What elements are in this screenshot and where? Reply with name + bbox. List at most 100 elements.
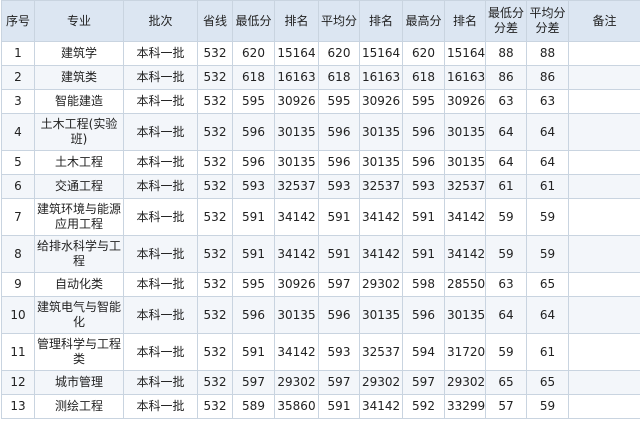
cell-batch: 本科一批 [123, 65, 198, 90]
table-row: 10 建筑电气与智能化 本科一批 532 596 30135 596 30135 596 3013… [1, 296, 640, 334]
cell-min-diff: 65 [485, 370, 527, 395]
cell-note [568, 150, 640, 175]
cell-max-rank: 30135 [444, 296, 486, 334]
cell-max: 598 [402, 272, 445, 297]
cell-max-rank: 16163 [444, 65, 486, 90]
cell-max-rank: 34142 [444, 235, 486, 273]
cell-avg-diff: 88 [526, 41, 569, 66]
cell-seq: 2 [1, 65, 35, 90]
cell-note [568, 174, 640, 199]
cell-min-diff: 64 [485, 113, 527, 151]
cell-batch: 本科一批 [123, 41, 198, 66]
cell-avg-rank: 15164 [359, 41, 403, 66]
table-header: 序号 专业 批次 省线 最低分 排名 平均分 排名 最高分 排名 最低分 分差 平均分 分差 备注 [1, 0, 640, 42]
cell-note [568, 272, 640, 297]
cell-seq: 1 [1, 41, 35, 66]
cell-major: 自动化类 [34, 272, 124, 297]
header-min-rank: 排名 [274, 0, 319, 42]
cell-min-rank: 34142 [274, 235, 319, 273]
cell-line: 532 [197, 113, 233, 151]
header-min: 最低分 [232, 0, 275, 42]
cell-max-rank: 30926 [444, 89, 486, 114]
cell-min-diff: 59 [485, 333, 527, 371]
cell-min: 595 [232, 89, 275, 114]
cell-major: 城市管理 [34, 370, 124, 395]
cell-line: 532 [197, 41, 233, 66]
header-major: 专业 [34, 0, 124, 42]
cell-min-rank: 16163 [274, 65, 319, 90]
cell-seq: 11 [1, 333, 35, 371]
table-row: 11 管理科学与工程类 本科一批 532 591 34142 593 32537 594 3172… [1, 333, 640, 371]
cell-max-rank: 28550 [444, 272, 486, 297]
cell-line: 532 [197, 394, 233, 419]
cell-note [568, 89, 640, 114]
cell-avg-rank: 34142 [359, 394, 403, 419]
cell-seq: 5 [1, 150, 35, 175]
cell-max-rank: 32537 [444, 174, 486, 199]
cell-major: 土木工程(实验班) [34, 113, 124, 151]
cell-max: 620 [402, 41, 445, 66]
cell-min: 618 [232, 65, 275, 90]
cell-note [568, 198, 640, 236]
cell-max-rank: 31720 [444, 333, 486, 371]
cell-avg: 596 [318, 113, 360, 151]
cell-seq: 3 [1, 89, 35, 114]
cell-min-diff: 88 [485, 41, 527, 66]
cell-min-rank: 30926 [274, 89, 319, 114]
table-body: 1 建筑学 本科一批 532 620 15164 620 15164 620 15164 88 88 2… [1, 41, 640, 419]
cell-avg-rank: 16163 [359, 65, 403, 90]
cell-avg-diff: 59 [526, 198, 569, 236]
cell-seq: 6 [1, 174, 35, 199]
cell-avg-diff: 64 [526, 113, 569, 151]
cell-avg: 593 [318, 333, 360, 371]
cell-batch: 本科一批 [123, 370, 198, 395]
table-row: 9 自动化类 本科一批 532 595 30926 597 29302 598 28550 63 65 [1, 272, 640, 297]
cell-batch: 本科一批 [123, 174, 198, 199]
cell-line: 532 [197, 89, 233, 114]
cell-min: 596 [232, 113, 275, 151]
cell-line: 532 [197, 296, 233, 334]
cell-min-diff: 63 [485, 272, 527, 297]
cell-max: 592 [402, 394, 445, 419]
cell-min-rank: 35860 [274, 394, 319, 419]
cell-avg-rank: 29302 [359, 370, 403, 395]
cell-note [568, 296, 640, 334]
cell-note [568, 113, 640, 151]
cell-line: 532 [197, 370, 233, 395]
cell-avg: 597 [318, 370, 360, 395]
cell-max: 596 [402, 150, 445, 175]
cell-seq: 7 [1, 198, 35, 236]
cell-avg-diff: 65 [526, 370, 569, 395]
table-row: 7 建筑环境与能源应用工程 本科一批 532 591 34142 591 34142 591 34… [1, 198, 640, 236]
cell-min-rank: 15164 [274, 41, 319, 66]
cell-batch: 本科一批 [123, 235, 198, 273]
cell-avg-rank: 32537 [359, 174, 403, 199]
cell-max: 594 [402, 333, 445, 371]
cell-major: 管理科学与工程类 [34, 333, 124, 371]
cell-batch: 本科一批 [123, 198, 198, 236]
cell-avg: 591 [318, 394, 360, 419]
cell-avg-rank: 30135 [359, 150, 403, 175]
cell-avg: 591 [318, 235, 360, 273]
header-seq: 序号 [1, 0, 35, 42]
table-row: 1 建筑学 本科一批 532 620 15164 620 15164 620 15164 88 88 [1, 41, 640, 66]
cell-avg-rank: 30135 [359, 113, 403, 151]
cell-line: 532 [197, 65, 233, 90]
cell-min: 597 [232, 370, 275, 395]
cell-note [568, 235, 640, 273]
cell-major: 智能建造 [34, 89, 124, 114]
cell-min-diff: 64 [485, 296, 527, 334]
cell-min-rank: 34142 [274, 198, 319, 236]
cell-avg-rank: 32537 [359, 333, 403, 371]
cell-note [568, 41, 640, 66]
header-line: 省线 [197, 0, 233, 42]
cell-min-diff: 59 [485, 198, 527, 236]
cell-avg-diff: 86 [526, 65, 569, 90]
header-max: 最高分 [402, 0, 445, 42]
cell-note [568, 333, 640, 371]
cell-avg-rank: 34142 [359, 235, 403, 273]
cell-line: 532 [197, 174, 233, 199]
cell-batch: 本科一批 [123, 113, 198, 151]
cell-avg-diff: 61 [526, 174, 569, 199]
cell-min-rank: 30926 [274, 272, 319, 297]
